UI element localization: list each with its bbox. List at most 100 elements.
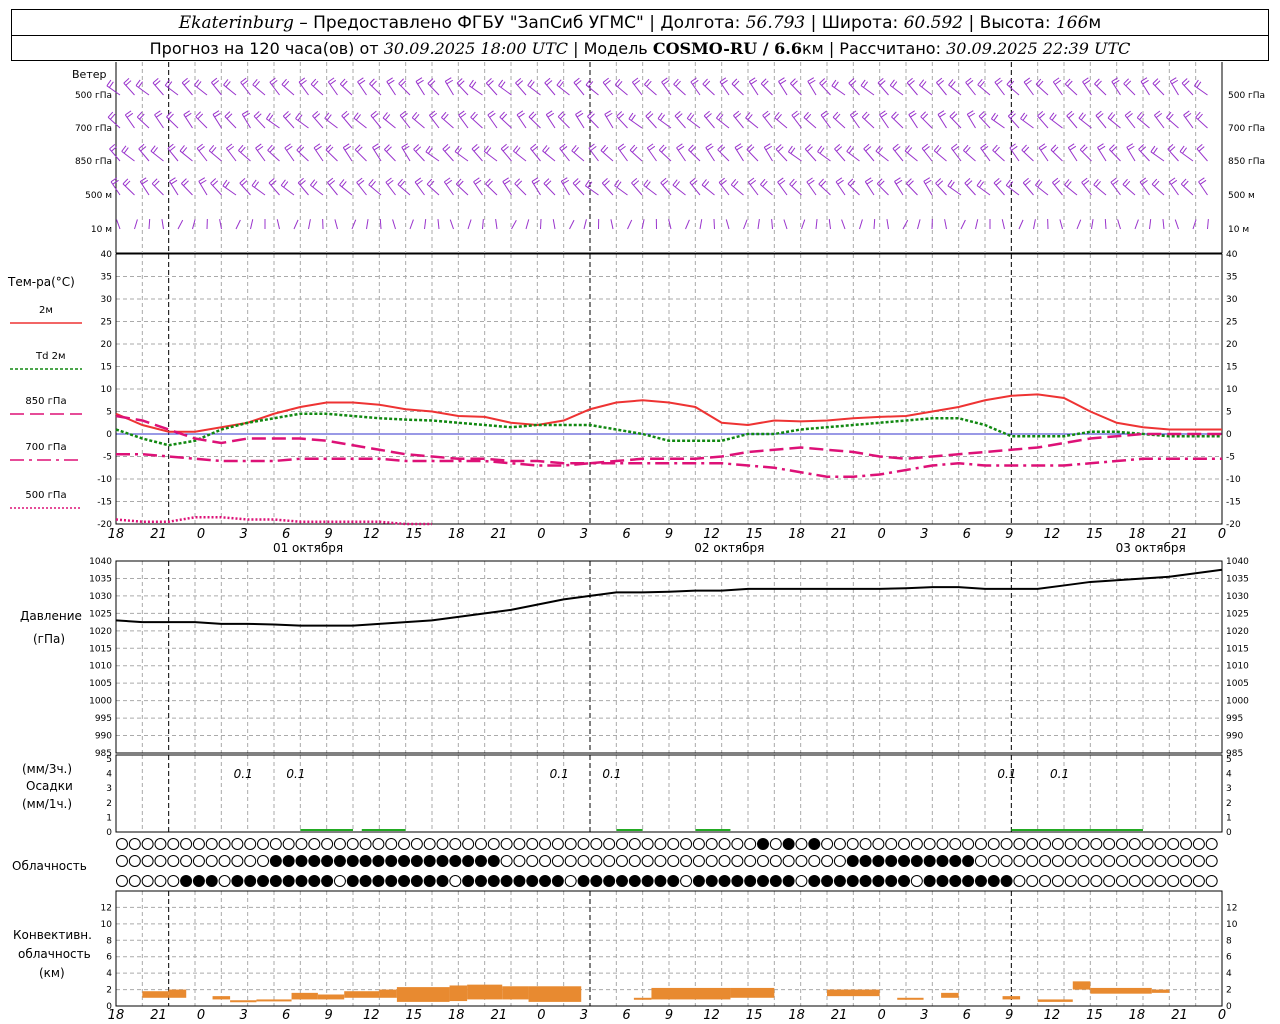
- wind-barb-flag: [1096, 80, 1102, 87]
- wind-barb-flag: [996, 80, 1003, 86]
- pressure-tick-left: 1035: [89, 574, 112, 584]
- wind-barb-flag: [226, 113, 233, 120]
- wind-barb: [295, 118, 309, 129]
- cloud-symbol: [1051, 838, 1064, 850]
- wind-barb: [527, 84, 541, 96]
- wind-barb: [426, 183, 440, 196]
- wind-barb-flag: [831, 79, 837, 87]
- wind-barb: [1152, 83, 1165, 96]
- wind-barb-flag: [212, 110, 220, 115]
- wind-barb-flag: [183, 110, 190, 116]
- wind-barb: [701, 184, 715, 196]
- time-tick-label: 9: [325, 527, 333, 542]
- wind-barb-flag: [411, 112, 418, 119]
- wind-barb-flag: [1198, 146, 1205, 152]
- cloud-symbol: [154, 838, 167, 850]
- wind-barb-flag: [370, 110, 377, 116]
- wind-barb: [1067, 147, 1078, 162]
- cloud-symbol: [1077, 838, 1090, 850]
- wind-barb-flag: [846, 145, 852, 152]
- wind-barb-flag: [512, 145, 519, 152]
- wind-barb-flag: [1023, 77, 1031, 83]
- wind-barb-flag: [749, 77, 756, 83]
- time-tick-label: 6: [622, 1008, 630, 1023]
- cloud-symbol: [680, 855, 693, 867]
- wind-barb: [743, 219, 748, 230]
- wind-barb-flag: [1095, 110, 1102, 116]
- cloud-symbol: [167, 875, 180, 887]
- wind-barb-flag: [779, 79, 787, 85]
- wind-barb-flag: [993, 177, 1000, 184]
- wind-barb-flag: [1081, 177, 1088, 183]
- wind-barb-flag: [558, 81, 564, 88]
- wind-barb-flag: [211, 77, 218, 83]
- wind-barb-flag: [891, 111, 897, 118]
- wind-barb: [920, 116, 933, 129]
- time-tick-label: 21: [1171, 527, 1188, 542]
- wind-barb-flag: [603, 180, 610, 186]
- wind-barb-flag: [575, 110, 582, 115]
- cloud-symbol: [1064, 855, 1077, 867]
- wind-barb: [991, 118, 1005, 129]
- time-tick-label: 6: [282, 1008, 290, 1023]
- wind-barb-flag: [280, 179, 286, 186]
- cloud-symbol: [628, 838, 641, 850]
- pressure-tick-right: 1035: [1226, 574, 1249, 584]
- wind-barb-flag: [648, 145, 656, 151]
- wind-barb-flag: [557, 111, 564, 118]
- wind-barb: [397, 184, 411, 196]
- cloud-symbol: [449, 855, 462, 867]
- time-tick-label: 21: [1171, 1008, 1188, 1023]
- cloud-symbol: [359, 855, 372, 867]
- wind-barb: [628, 118, 643, 129]
- wind-barb: [366, 219, 369, 230]
- wind-barb: [169, 181, 179, 196]
- wind-barb-flag: [617, 80, 623, 87]
- wind-barb: [783, 219, 788, 230]
- cloud-symbol: [577, 855, 590, 867]
- wind-barb: [1166, 117, 1179, 129]
- cloud-symbol: [244, 875, 257, 887]
- wind-barb-flag: [445, 179, 453, 185]
- wind-barb: [894, 181, 904, 196]
- wind-barb-flag: [834, 143, 841, 150]
- wind-barb: [386, 81, 396, 96]
- wind-barb-flag: [631, 146, 638, 153]
- wind-barb-flag: [527, 79, 533, 86]
- wind-barb: [1037, 115, 1049, 129]
- wind-barb-flag: [1140, 77, 1148, 82]
- wind-barb: [235, 219, 241, 230]
- wind-barb-flag: [426, 178, 433, 185]
- wind-barb: [382, 117, 396, 129]
- wind-barb-flag: [778, 77, 785, 82]
- cloud-symbol: [641, 855, 654, 867]
- wind-barb: [409, 219, 414, 230]
- wind-barb: [604, 114, 614, 129]
- wind-barb: [513, 150, 527, 162]
- wind-barb-flag: [820, 180, 827, 187]
- wind-barb-flag: [1083, 79, 1091, 85]
- wind-barb-flag: [169, 146, 176, 152]
- wind-barb-flag: [805, 113, 812, 120]
- wind-barb-flag: [1142, 79, 1149, 85]
- cloud-symbol: [282, 838, 295, 850]
- wind-barb: [817, 151, 831, 162]
- wind-barb-flag: [108, 81, 114, 88]
- cloud-symbol: [1128, 838, 1141, 850]
- wind-barb: [859, 219, 863, 230]
- cloud-symbol: [910, 855, 923, 867]
- temp-tick-right: 40: [1226, 250, 1238, 260]
- wind-barb: [224, 116, 237, 129]
- wind-barb-flag: [918, 79, 925, 86]
- wind-barb: [198, 181, 208, 196]
- wind-barb-flag: [181, 178, 187, 184]
- cloud-symbol: [603, 855, 616, 867]
- wind-barb: [177, 219, 184, 230]
- wind-barb-flag: [910, 112, 917, 118]
- conv-bar: [142, 991, 169, 998]
- cloud-symbol: [872, 838, 885, 850]
- cloud-symbol: [410, 875, 423, 887]
- wind-barb-flag: [1064, 179, 1070, 186]
- precip-tick-right: 2: [1226, 799, 1232, 809]
- wind-barb-flag: [733, 80, 740, 87]
